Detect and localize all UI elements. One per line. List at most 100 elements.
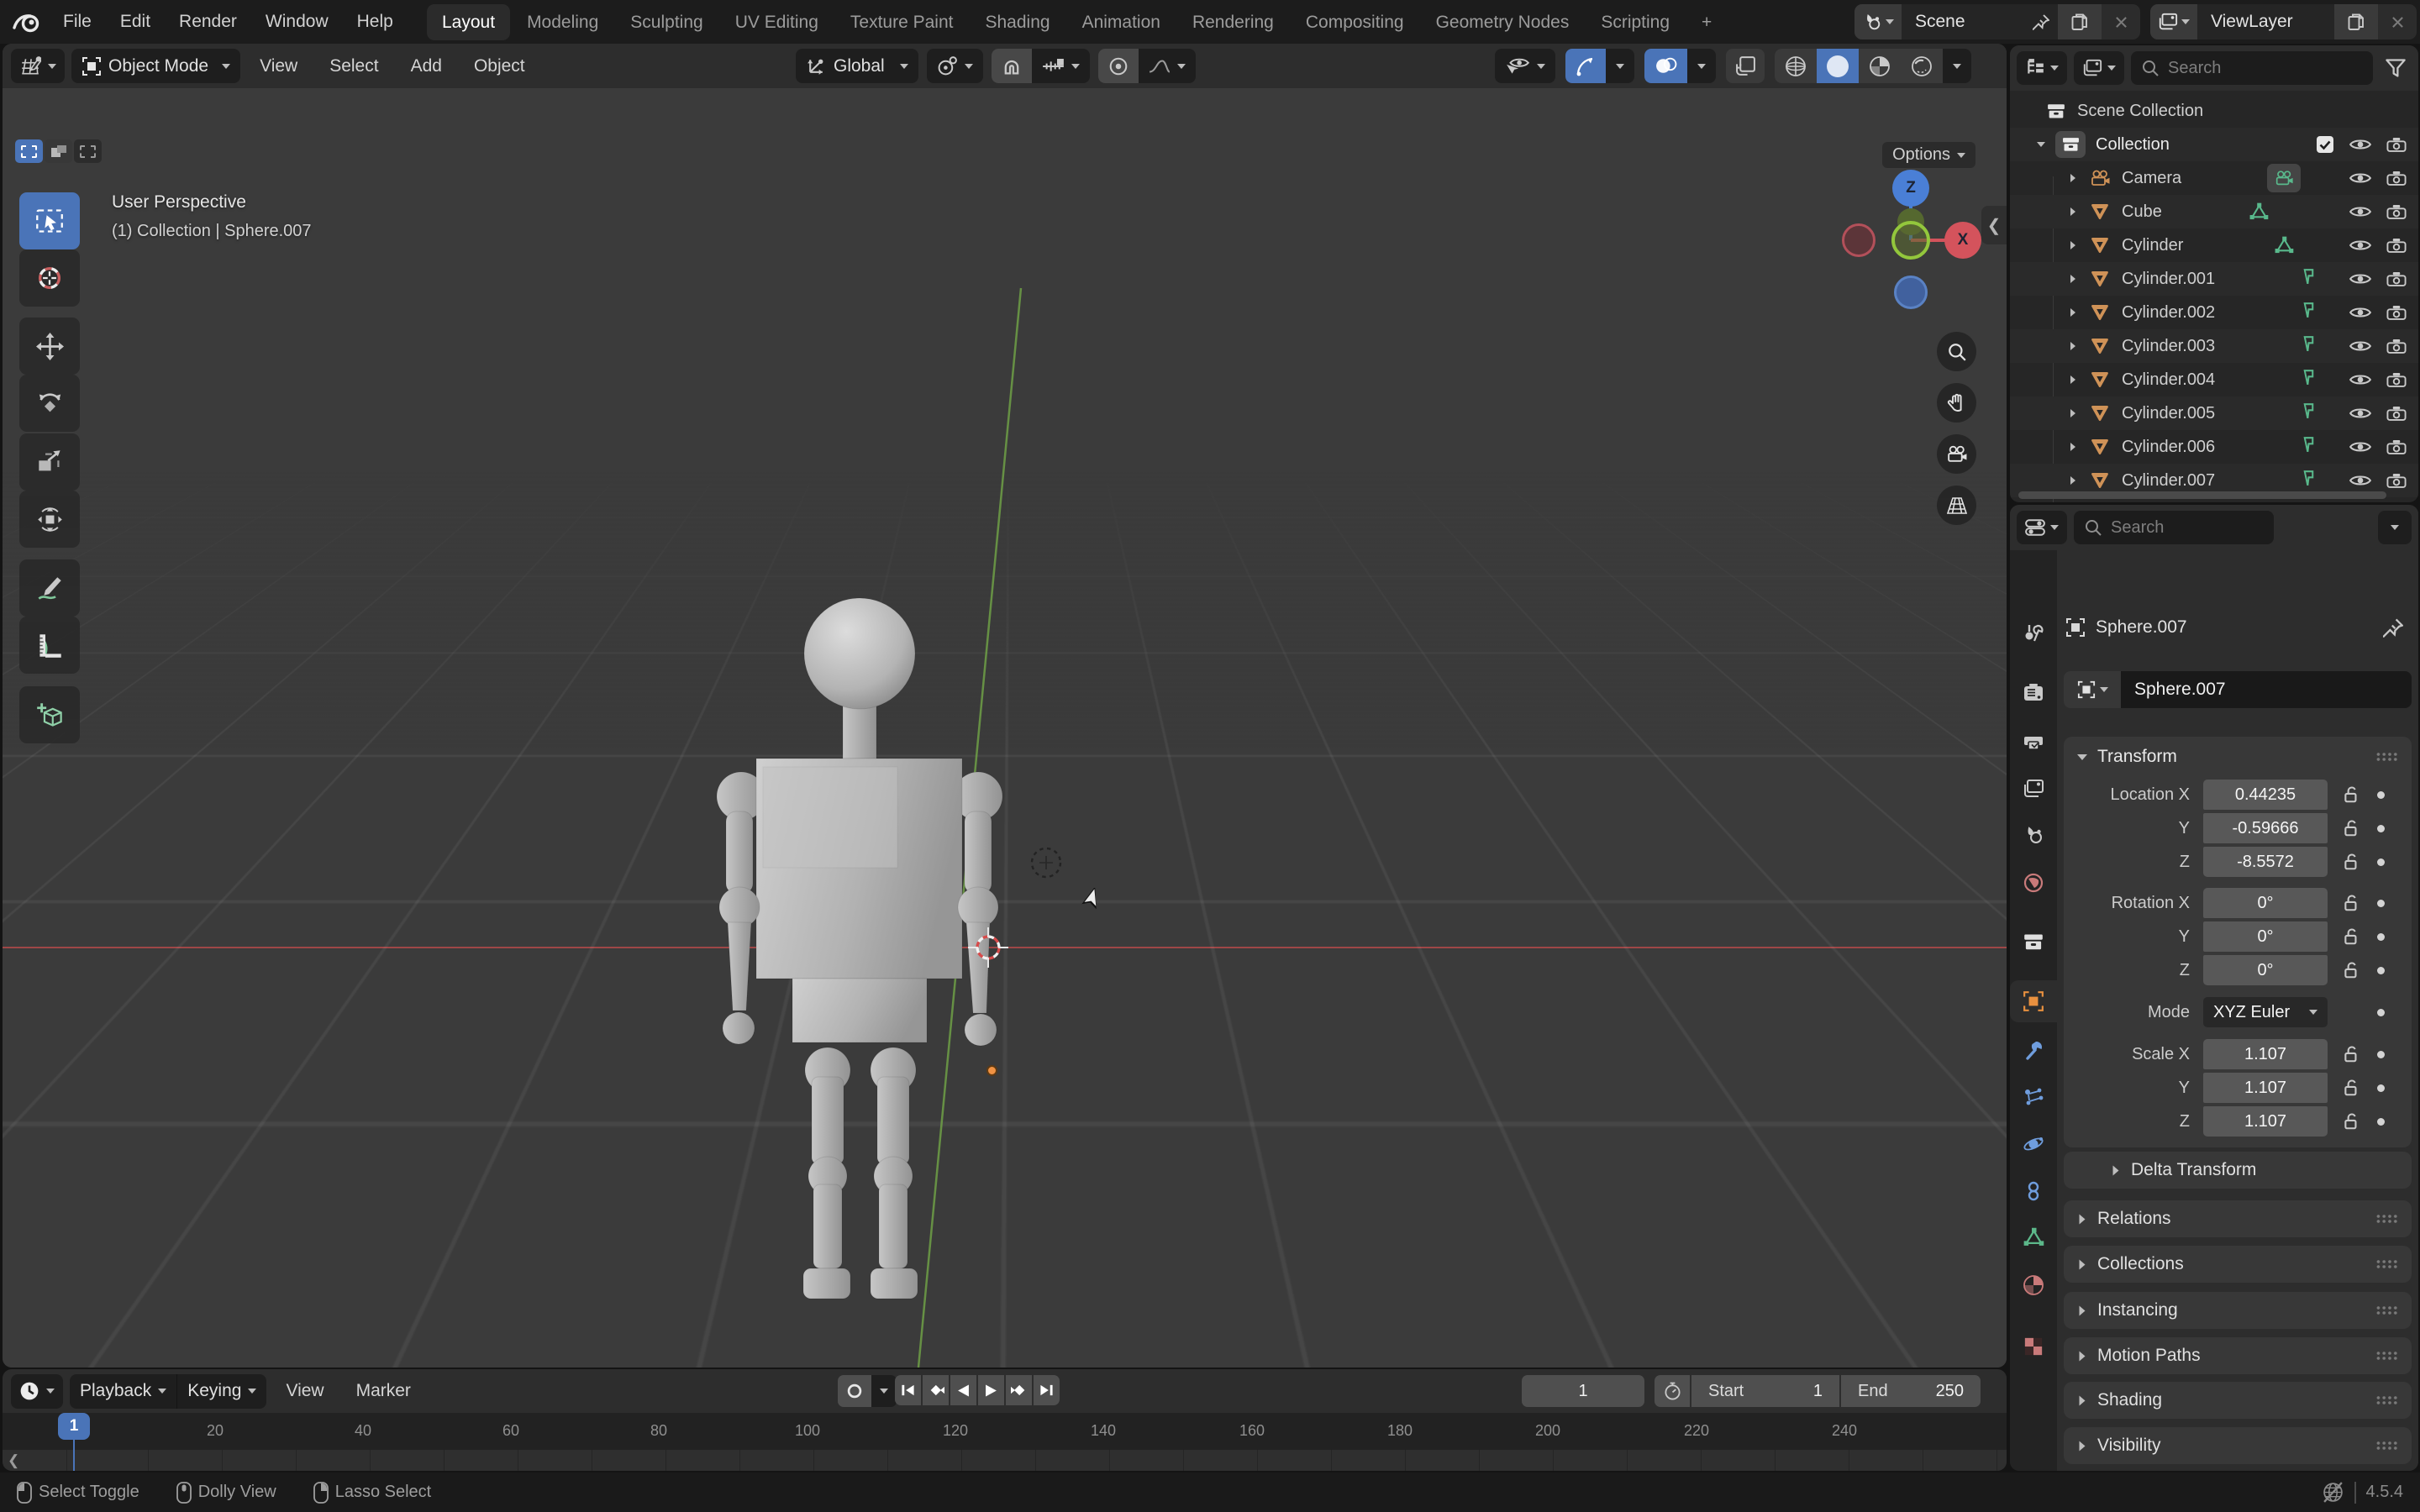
timeline-ruler[interactable]: 20 40 60 80 100 120 140 160 180 200 220 … xyxy=(3,1413,2007,1450)
lock-icon[interactable] xyxy=(2343,927,2360,946)
rotation-y-field[interactable]: 0° xyxy=(2203,921,2328,952)
hide-in-viewport-toggle[interactable] xyxy=(2349,171,2371,185)
shading-material-button[interactable] xyxy=(1859,49,1901,83)
show-gizmo-toggle[interactable] xyxy=(1565,49,1606,83)
hide-in-viewport-toggle[interactable] xyxy=(2349,205,2371,218)
tab-rendering[interactable]: Rendering xyxy=(1177,4,1289,40)
outliner-horizontal-scrollbar[interactable] xyxy=(2018,491,2386,499)
hide-in-viewport-toggle[interactable] xyxy=(2349,306,2371,319)
lock-icon[interactable] xyxy=(2343,853,2360,871)
menu-render[interactable]: Render xyxy=(165,0,251,44)
tab-sculpting[interactable]: Sculpting xyxy=(615,4,718,40)
lock-icon[interactable] xyxy=(2343,1112,2360,1131)
auto-keying-toggle[interactable] xyxy=(838,1375,871,1407)
proportional-falloff-dropdown[interactable] xyxy=(1139,49,1196,83)
tool-move[interactable] xyxy=(19,318,80,375)
tab-uv-editing[interactable]: UV Editing xyxy=(720,4,834,40)
tab-shading[interactable]: Shading xyxy=(970,4,1065,40)
tab-constraints[interactable] xyxy=(2010,1170,2057,1212)
disable-in-renders-toggle[interactable] xyxy=(2386,271,2407,286)
scale-z-field[interactable]: 1.107 xyxy=(2203,1106,2328,1137)
tab-compositing[interactable]: Compositing xyxy=(1291,4,1419,40)
menu-object[interactable]: Object xyxy=(461,56,538,76)
panel-drag-handle-icon[interactable] xyxy=(2375,1259,2398,1269)
object-id-browse-button[interactable] xyxy=(2064,671,2121,708)
lock-icon[interactable] xyxy=(2343,1079,2360,1097)
gizmo-y-negative[interactable] xyxy=(1891,221,1930,260)
tab-world[interactable] xyxy=(2010,862,2057,904)
scale-x-field[interactable]: 1.107 xyxy=(2203,1039,2328,1069)
tab-collection[interactable] xyxy=(2010,921,2057,963)
tool-annotate[interactable] xyxy=(19,559,80,617)
expand-icon[interactable] xyxy=(2070,275,2075,283)
tab-render[interactable] xyxy=(2010,672,2057,714)
panel-visibility[interactable]: Visibility xyxy=(2064,1427,2412,1464)
hide-in-viewport-toggle[interactable] xyxy=(2349,239,2371,252)
outliner-row-cylinder-001[interactable]: Cylinder.001 xyxy=(2010,262,2418,296)
transform-orientation-dropdown[interactable]: Global xyxy=(796,49,918,83)
animate-dot[interactable] xyxy=(2377,825,2385,832)
hide-in-viewport-toggle[interactable] xyxy=(2349,339,2371,353)
hide-in-viewport-toggle[interactable] xyxy=(2349,474,2371,487)
outliner-display-mode-button[interactable] xyxy=(2074,51,2124,85)
properties-options-dropdown[interactable] xyxy=(2378,511,2412,544)
tab-scripting[interactable]: Scripting xyxy=(1586,4,1685,40)
disable-in-renders-toggle[interactable] xyxy=(2386,305,2407,320)
animate-dot[interactable] xyxy=(2377,791,2385,799)
tab-layout[interactable]: Layout xyxy=(427,4,510,40)
disable-in-renders-toggle[interactable] xyxy=(2386,339,2407,354)
use-preview-range-toggle[interactable] xyxy=(1655,1375,1690,1407)
expand-icon[interactable] xyxy=(2070,241,2075,249)
tab-output[interactable] xyxy=(2010,720,2057,762)
outliner-row-cylinder-006[interactable]: Cylinder.006 xyxy=(2010,430,2418,464)
rotation-x-field[interactable]: 0° xyxy=(2203,888,2328,918)
hide-in-viewport-toggle[interactable] xyxy=(2349,138,2371,151)
lock-icon[interactable] xyxy=(2343,819,2360,837)
gizmo-x-negative[interactable] xyxy=(1842,223,1876,257)
expand-icon[interactable] xyxy=(2070,207,2075,216)
tab-geometry-nodes[interactable]: Geometry Nodes xyxy=(1421,4,1585,40)
outliner-row-cylinder[interactable]: Cylinder xyxy=(2010,228,2418,262)
editor-type-button[interactable] xyxy=(11,49,65,83)
viewport-canvas[interactable]: User Perspective (1) Collection | Sphere… xyxy=(3,88,2007,1368)
menu-view[interactable]: View xyxy=(247,56,310,76)
mesh-data-small-icon[interactable] xyxy=(2303,403,2314,419)
outliner-row-scene-collection[interactable]: Scene Collection xyxy=(2010,94,2418,128)
animate-dot[interactable] xyxy=(2377,1009,2385,1016)
rotation-mode-dropdown[interactable]: XYZ Euler xyxy=(2203,997,2328,1027)
outliner-row-cylinder-004[interactable]: Cylinder.004 xyxy=(2010,363,2418,396)
pin-icon[interactable] xyxy=(2383,617,2403,638)
select-mode-extend-button[interactable] xyxy=(45,139,72,163)
object-name-field[interactable] xyxy=(2121,671,2412,708)
collapse-icon[interactable] xyxy=(2037,142,2045,147)
show-overlays-toggle[interactable] xyxy=(1644,49,1687,83)
playhead[interactable]: 1 xyxy=(58,1413,90,1440)
tab-tool[interactable] xyxy=(2010,612,2057,654)
hide-in-viewport-toggle[interactable] xyxy=(2349,373,2371,386)
disable-in-renders-toggle[interactable] xyxy=(2386,171,2407,186)
channel-collapse-icon[interactable]: ❮ xyxy=(8,1452,19,1469)
lock-icon[interactable] xyxy=(2343,785,2360,804)
panel-shading[interactable]: Shading xyxy=(2064,1382,2412,1419)
tab-animation[interactable]: Animation xyxy=(1067,4,1176,40)
mesh-data-icon[interactable] xyxy=(2249,202,2269,221)
new-view-layer-button[interactable] xyxy=(2334,4,2378,39)
mesh-data-small-icon[interactable] xyxy=(2303,269,2314,285)
tool-rotate[interactable] xyxy=(19,375,80,432)
lock-icon[interactable] xyxy=(2343,961,2360,979)
timeline-track-area[interactable]: ❮ xyxy=(3,1450,2007,1471)
lock-icon[interactable] xyxy=(2343,894,2360,912)
tab-object-data[interactable] xyxy=(2010,1216,2057,1258)
scale-y-field[interactable]: 1.107 xyxy=(2203,1073,2328,1103)
disable-in-renders-toggle[interactable] xyxy=(2386,238,2407,253)
hide-in-viewport-toggle[interactable] xyxy=(2349,272,2371,286)
xray-toggle[interactable] xyxy=(1726,49,1765,83)
select-mode-set-button[interactable] xyxy=(15,139,43,163)
animate-dot[interactable] xyxy=(2377,1084,2385,1092)
overlay-settings-dropdown[interactable] xyxy=(1687,49,1716,83)
checkbox-icon[interactable] xyxy=(2316,135,2334,154)
tab-object[interactable] xyxy=(2010,980,2057,1022)
view-layer-browse-button[interactable] xyxy=(2150,4,2197,39)
camera-data-badge[interactable] xyxy=(2267,164,2301,192)
gizmo-z-negative[interactable] xyxy=(1894,276,1928,309)
